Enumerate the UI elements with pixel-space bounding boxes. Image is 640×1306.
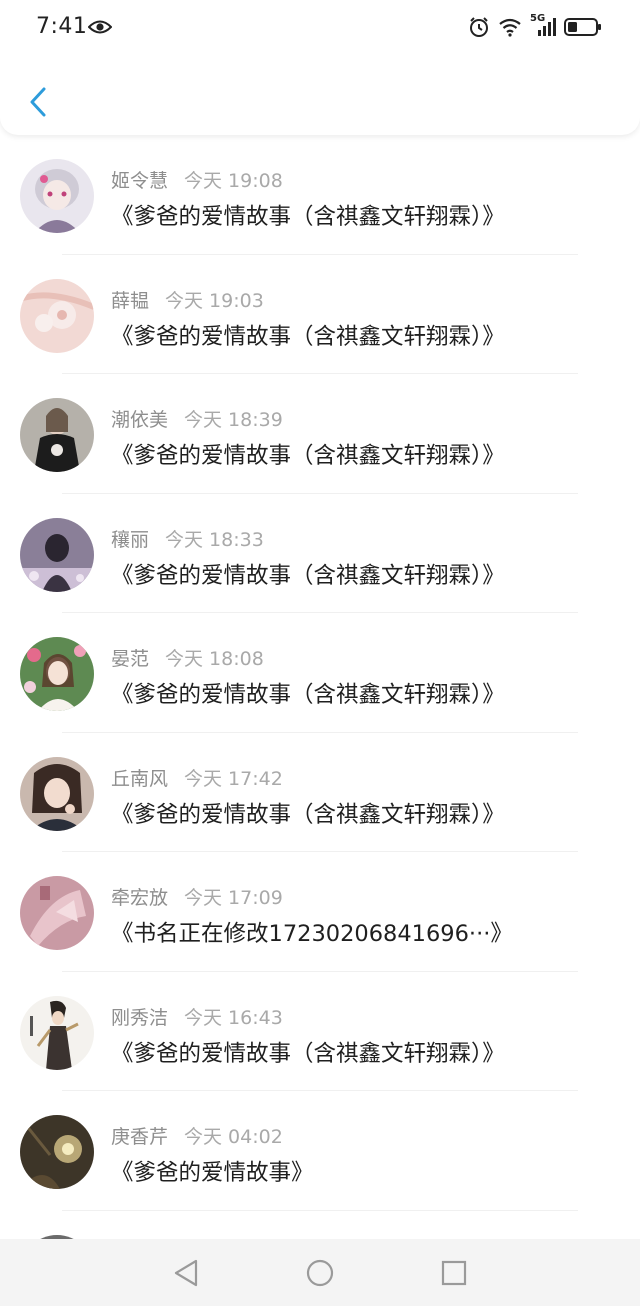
- message-preview: 《爹爸的爱情故事（含祺鑫文轩翔霖）》: [111, 204, 505, 230]
- list-item[interactable]: 潮依美 今天 18:39 《爹爸的爱情故事（含祺鑫文轩翔霖）》: [0, 374, 640, 494]
- sender-name: 潮依美: [111, 409, 169, 431]
- avatar[interactable]: [20, 637, 94, 711]
- message-time: 今天 19:08: [184, 170, 283, 192]
- sender-name: 晏范: [111, 648, 150, 670]
- message-preview: 《爹爸的爱情故事》: [111, 1160, 314, 1186]
- message-preview: 《爹爸的爱情故事（含祺鑫文轩翔霖）》: [111, 562, 505, 589]
- status-bar: 7:41 5G: [0, 0, 640, 56]
- message-preview: 《爹爸的爱情故事（含祺鑫文轩翔霖）》: [111, 801, 505, 828]
- list-item[interactable]: 牵宏放 今天 17:09 《书名正在修改17230206841696···》: [0, 852, 640, 972]
- sender-name: 刚秀洁: [111, 1006, 169, 1029]
- message-preview: 《爹爸的爱情故事（含祺鑫文轩翔霖）》: [111, 1040, 505, 1067]
- message-time: 今天 17:42: [184, 767, 283, 790]
- top-header-card: 7:41 5G: [0, 0, 640, 135]
- list-item[interactable]: [0, 1211, 640, 1239]
- status-icons: 5G: [468, 13, 602, 40]
- message-preview: 《爹爸的爱情故事（含祺鑫文轩翔霖）》: [111, 323, 505, 350]
- sender-name: 穰丽: [111, 528, 150, 551]
- message-preview: 《爹爸的爱情故事（含祺鑫文轩翔霖）》: [111, 443, 505, 469]
- nav-home-icon[interactable]: [304, 1257, 336, 1289]
- nav-back-icon[interactable]: [170, 1257, 202, 1289]
- message-preview: 《书名正在修改17230206841696···》: [111, 921, 513, 947]
- message-list: 姬令慧 今天 19:08 《爹爸的爱情故事（含祺鑫文轩翔霖）》 薛韫 今天 19:0…: [0, 135, 640, 1239]
- message-time: 今天 17:09: [184, 887, 283, 909]
- list-item[interactable]: 穰丽 今天 18:33 《爹爸的爱情故事（含祺鑫文轩翔霖）》: [0, 494, 640, 613]
- chevron-left-icon: [30, 87, 46, 117]
- list-item[interactable]: 晏范 今天 18:08 《爹爸的爱情故事（含祺鑫文轩翔霖）》: [0, 613, 640, 733]
- avatar[interactable]: [20, 1115, 94, 1189]
- message-time: 今天 04:02: [184, 1126, 283, 1148]
- eye-icon: [88, 20, 112, 34]
- avatar[interactable]: [20, 159, 94, 233]
- sender-name: 姬令慧: [111, 170, 169, 192]
- wifi-icon: [499, 18, 521, 37]
- system-navigation-bar: [0, 1239, 640, 1306]
- message-time: 今天 18:33: [165, 528, 264, 551]
- status-time: 7:41: [36, 14, 88, 39]
- avatar[interactable]: [20, 398, 94, 472]
- message-preview: 《爹爸的爱情故事（含祺鑫文轩翔霖）》: [111, 682, 505, 708]
- avatar[interactable]: [20, 517, 94, 592]
- list-item[interactable]: 丘南风 今天 17:42 《爹爸的爱情故事（含祺鑫文轩翔霖）》: [0, 733, 640, 852]
- avatar[interactable]: [20, 876, 94, 950]
- list-item[interactable]: 姬令慧 今天 19:08 《爹爸的爱情故事（含祺鑫文轩翔霖）》: [0, 135, 640, 255]
- signal-icon: 5G: [530, 13, 556, 38]
- message-time: 今天 16:43: [184, 1006, 283, 1029]
- sender-name: 丘南风: [111, 767, 169, 790]
- avatar[interactable]: [20, 756, 94, 831]
- back-button[interactable]: [20, 82, 56, 122]
- list-item[interactable]: 庚香芹 今天 04:02 《爹爸的爱情故事》: [0, 1091, 640, 1211]
- sender-name: 薛韫: [111, 289, 150, 312]
- sender-name: 牵宏放: [111, 887, 169, 909]
- list-item[interactable]: 刚秀洁 今天 16:43 《爹爸的爱情故事（含祺鑫文轩翔霖）》: [0, 972, 640, 1091]
- message-time: 今天 19:03: [165, 289, 264, 312]
- message-time: 今天 18:08: [165, 648, 264, 670]
- battery-icon: [564, 18, 601, 36]
- alarm-icon: [470, 17, 488, 37]
- list-item[interactable]: 薛韫 今天 19:03 《爹爸的爱情故事（含祺鑫文轩翔霖）》: [0, 255, 640, 374]
- avatar[interactable]: [20, 278, 94, 353]
- avatar[interactable]: [20, 995, 94, 1070]
- message-time: 今天 18:39: [184, 409, 283, 431]
- nav-recents-icon[interactable]: [438, 1257, 470, 1289]
- sender-name: 庚香芹: [111, 1126, 169, 1148]
